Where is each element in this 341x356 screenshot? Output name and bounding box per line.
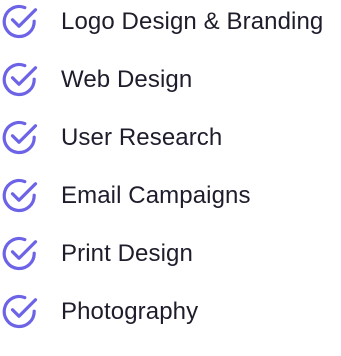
check-circle-icon	[0, 0, 44, 44]
service-label: Print Design	[61, 240, 193, 267]
service-label: Photography	[61, 298, 199, 325]
service-label: Logo Design & Branding	[61, 8, 324, 35]
check-circle-icon	[0, 290, 44, 334]
service-item-print-design: Print Design	[0, 232, 193, 276]
check-circle-icon	[0, 174, 44, 218]
service-label: Web Design	[61, 66, 193, 93]
service-item-logo-design-branding: Logo Design & Branding	[0, 0, 323, 44]
service-item-email-campaigns: Email Campaigns	[0, 174, 251, 218]
service-item-photography: Photography	[0, 290, 198, 334]
service-item-user-research: User Research	[0, 116, 222, 160]
service-list: Logo Design & Branding Web Design User R…	[0, 0, 341, 356]
check-circle-icon	[0, 232, 44, 276]
check-circle-icon	[0, 116, 44, 160]
service-label: User Research	[61, 124, 223, 151]
service-label: Email Campaigns	[61, 182, 251, 209]
service-item-web-design: Web Design	[0, 58, 192, 102]
check-circle-icon	[0, 58, 44, 102]
